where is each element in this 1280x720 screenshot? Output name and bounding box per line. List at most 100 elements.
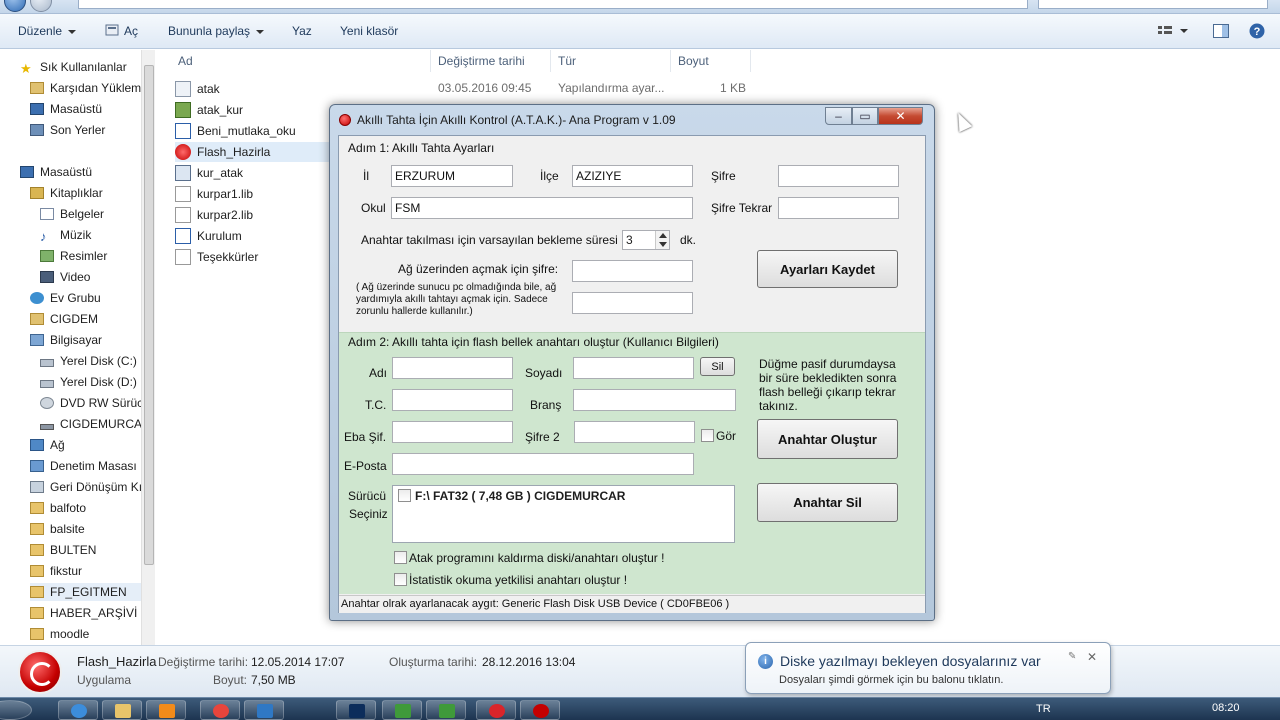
file-row[interactable]: Teşekkürler [175,247,258,267]
file-row[interactable]: kurpar2.lib [175,205,253,225]
file-row[interactable]: Beni_mutlaka_oku [175,121,296,141]
drive-checkbox[interactable] [398,489,411,502]
taskbar-yandex[interactable] [476,700,516,720]
open-button[interactable]: Aç [124,24,138,38]
organize-menu[interactable]: Düzenle [18,24,77,38]
minimize-button[interactable]: – [825,107,852,125]
drive-listbox[interactable]: F:\ FAT32 ( 7,48 GB ) CIGDEMURCAR [392,485,735,543]
nav-control-panel[interactable]: Denetim Masası [30,457,137,475]
spin-down-icon[interactable] [659,242,667,247]
soyadi-input[interactable] [573,357,694,379]
file-row[interactable]: Kurulum [175,226,242,246]
column-separator[interactable] [550,50,551,72]
column-separator[interactable] [670,50,671,72]
share-menu[interactable]: Bununla paylaş [168,24,265,38]
file-row[interactable]: atak_kur [175,100,243,120]
il-input[interactable] [391,165,513,187]
network-password-input[interactable] [572,260,693,282]
sifre-input[interactable] [778,165,899,187]
nav-network[interactable]: Ağ [30,436,65,454]
start-button[interactable] [0,700,32,720]
spinner-arrows[interactable] [655,231,669,249]
help-icon[interactable]: ? [1249,23,1265,42]
taskbar-camtasia-2[interactable] [426,700,466,720]
file-row[interactable]: Flash_Hazirla [175,142,335,162]
column-header-modified[interactable]: Değiştirme tarihi [438,54,525,68]
nav-folder-bulten[interactable]: BULTEN [30,541,96,559]
nav-computer[interactable]: Bilgisayar [30,331,102,349]
eba-password-input[interactable] [392,421,513,443]
okul-input[interactable] [391,197,693,219]
sifre-tekrar-input[interactable] [778,197,899,219]
nav-recent-places[interactable]: Son Yerler [30,121,105,139]
adi-input[interactable] [392,357,513,379]
sifre2-input[interactable] [574,421,695,443]
nav-drive-c[interactable]: Yerel Disk (C:) [40,352,137,370]
nav-documents[interactable]: Belgeler [40,205,104,223]
nav-usb-drive[interactable]: CIGDEMURCAR [40,415,151,433]
nav-drive-d[interactable]: Yerel Disk (D:) [40,373,137,391]
file-row[interactable]: atak [175,79,220,99]
nav-scrollbar-thumb[interactable] [144,65,154,565]
column-separator[interactable] [430,50,431,72]
address-bar[interactable] [78,0,1028,9]
nav-dvd-drive[interactable]: DVD RW Sürücü [40,394,150,412]
stats-key-checkbox[interactable] [394,573,407,586]
file-row[interactable]: kurpar1.lib [175,184,253,204]
close-button[interactable]: ✕ [878,107,923,125]
file-row[interactable]: kur_atak [175,163,243,183]
nav-video[interactable]: Video [40,268,90,286]
nav-folder-fikstur[interactable]: fikstur [30,562,82,580]
balloon-close-icon[interactable]: ✕ [1087,650,1097,664]
back-button[interactable] [4,0,26,12]
taskbar-app[interactable] [244,700,284,720]
nav-homegroup[interactable]: Ev Grubu [30,289,101,307]
nav-folder-balfoto[interactable]: balfoto [30,499,86,517]
tc-input[interactable] [392,389,513,411]
preview-pane-icon[interactable] [1213,24,1229,41]
nav-desktop-fav[interactable]: Masaüstü [30,100,102,118]
nav-folder-moodle[interactable]: moodle [30,625,89,643]
nav-folder-fp-egitmen[interactable]: FP_EGITMEN [30,583,141,601]
brans-input[interactable] [573,389,736,411]
pin-icon[interactable]: ✎ [1068,651,1076,662]
nav-downloads[interactable]: Karşıdan Yüklem [30,79,141,97]
spin-up-icon[interactable] [659,233,667,238]
column-header-name[interactable]: Ad [178,54,193,68]
forward-button[interactable] [30,0,52,12]
email-input[interactable] [392,453,694,475]
taskbar-photoshop[interactable] [336,700,376,720]
ilce-input[interactable] [572,165,693,187]
print-button[interactable]: Yaz [292,24,312,38]
language-indicator[interactable]: TR [1036,703,1051,715]
maximize-button[interactable]: ▭ [852,107,878,125]
show-password-checkbox[interactable] [701,429,714,442]
nav-recycle-bin[interactable]: Geri Dönüşüm Kı [30,478,142,496]
nav-folder-balsite[interactable]: balsite [30,520,85,538]
taskbar-ie[interactable] [58,700,98,720]
nav-scrollbar[interactable] [141,50,155,645]
nav-pictures[interactable]: Resimler [40,247,107,265]
clock[interactable]: 08:20 [1212,702,1240,714]
create-key-button[interactable]: Anahtar Oluştur [757,419,898,459]
view-options-icon[interactable] [1158,25,1188,40]
new-folder-button[interactable]: Yeni klasör [340,24,398,38]
search-box[interactable] [1038,0,1268,9]
taskbar-explorer[interactable] [102,700,142,720]
window-titlebar[interactable]: Akıllı Tahta İçin Akıllı Kontrol (A.T.A.… [330,105,934,133]
delete-key-button[interactable]: Anahtar Sil [757,483,898,522]
column-header-type[interactable]: Tür [558,54,576,68]
nav-libraries[interactable]: Kitaplıklar [30,184,103,202]
column-header-size[interactable]: Boyut [678,54,709,68]
nav-music[interactable]: ♪ Müzik [40,226,91,244]
taskbar-chrome[interactable] [200,700,240,720]
clear-fields-button[interactable]: Sil [700,357,735,376]
drive-list-item[interactable]: F:\ FAT32 ( 7,48 GB ) CIGDEMURCAR [398,489,625,503]
notification-balloon[interactable]: i Diske yazılmayı bekleyen dosyalarınız … [745,642,1111,694]
taskbar-atak[interactable] [520,700,560,720]
wait-time-spinner[interactable]: 3 [622,230,670,250]
taskbar-media[interactable] [146,700,186,720]
nav-desktop[interactable]: Masaüstü [20,163,92,181]
taskbar-camtasia[interactable] [382,700,422,720]
uninstall-key-checkbox[interactable] [394,551,407,564]
